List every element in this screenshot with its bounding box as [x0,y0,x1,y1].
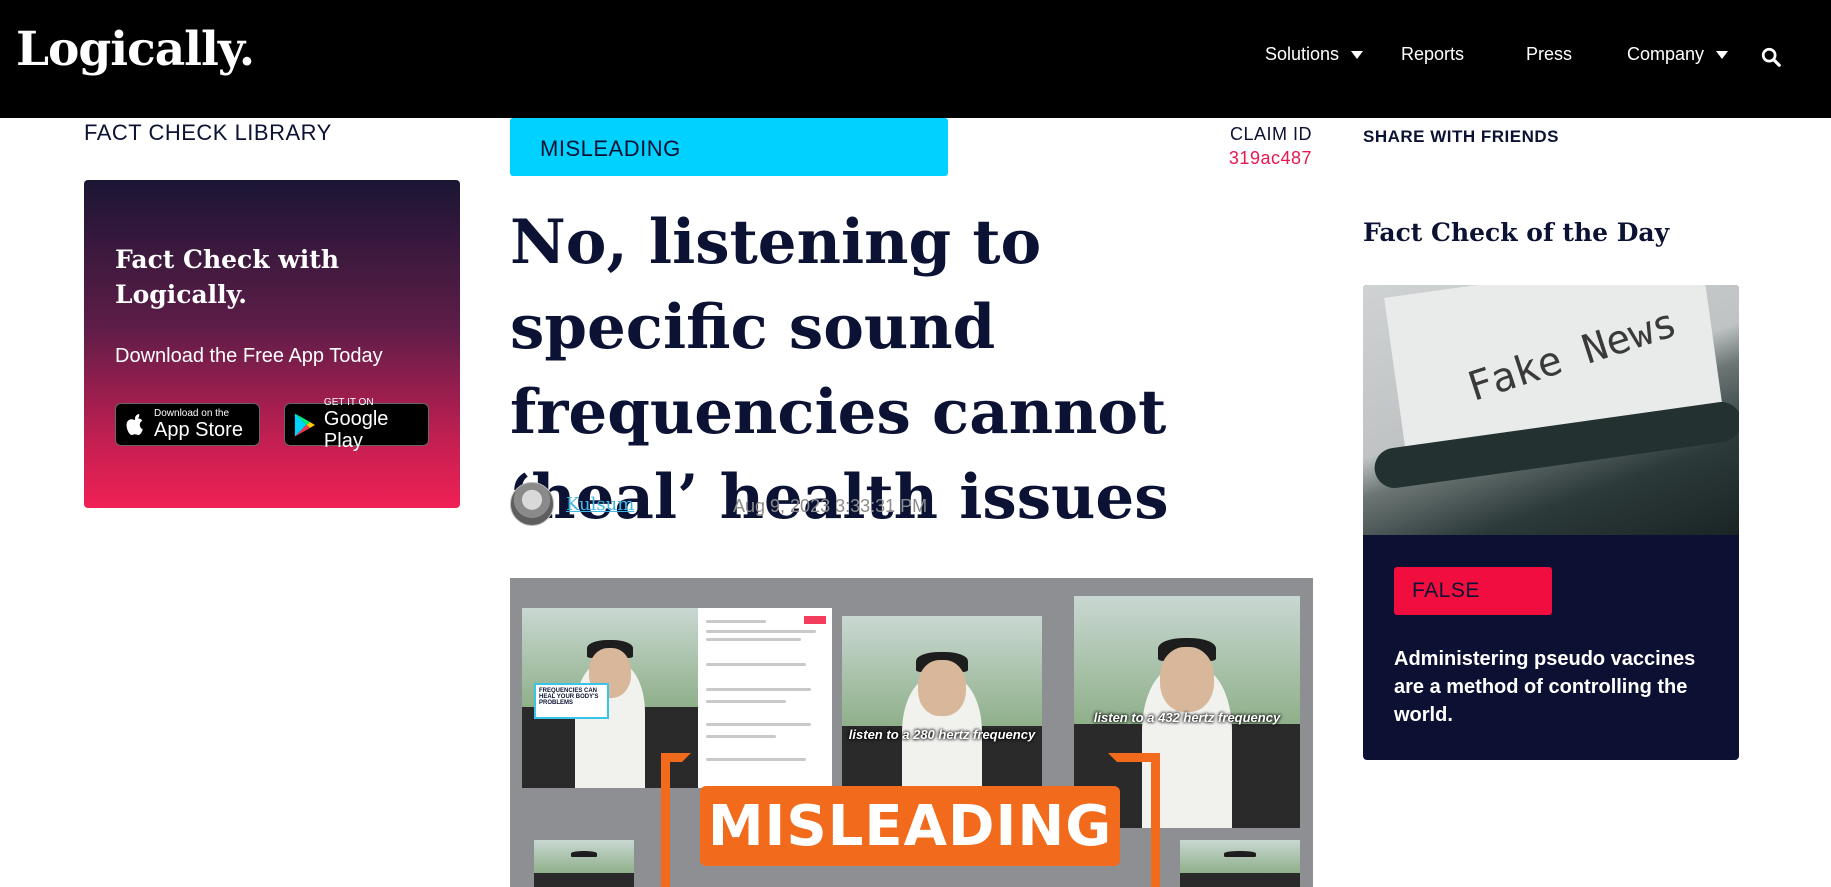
app-store-button[interactable]: Download on the App Store [115,403,260,446]
nav-reports[interactable]: Reports [1401,44,1464,65]
chevron-down-icon [1716,50,1729,59]
misleading-stamp: MISLEADING [700,786,1120,866]
nav-solutions-label: Solutions [1265,44,1340,64]
false-verdict-label: FALSE [1412,579,1480,602]
hero-caption-2: listen to a 280 hertz frequency [848,727,1036,742]
nav-press-label: Press [1526,44,1573,64]
false-verdict-badge: FALSE [1394,567,1552,615]
nav-press[interactable]: Press [1526,44,1572,65]
top-navbar: Logically. Solutions Reports Press Compa… [0,0,1831,118]
claim-id-value: 319ac487 [1228,148,1312,168]
google-play-button[interactable]: GET IT ON Google Play [284,397,429,452]
nav-company-label: Company [1627,44,1705,64]
fact-check-library-title[interactable]: FACT CHECK LIBRARY [84,120,332,146]
publish-date: Aug 9, 2023 3:33:31 PM [733,496,928,516]
fake-news-image-text: Fake News [1462,300,1683,411]
video-frame [1180,840,1300,887]
claim-id-label: CLAIM ID [1229,124,1312,144]
fact-check-of-day-card[interactable]: Fake News FALSE Administering pseudo vac… [1363,285,1739,760]
author-link[interactable]: Kulsum [566,494,634,515]
google-play-icon [294,413,315,436]
hero-image: FREQUENCIES CAN HEAL YOUR BODY'S PROBLEM… [510,578,1313,887]
video-frame [534,840,634,887]
app-store-big-text: App Store [154,418,243,441]
google-play-small-text: GET IT ON [323,396,374,408]
apple-icon [126,413,143,435]
app-promo-subheading: Download the Free App Today [115,345,383,367]
hero-caption-1: FREQUENCIES CAN HEAL YOUR BODY'S PROBLEM… [534,683,609,719]
social-post-panel [698,608,832,788]
misleading-stamp-text: MISLEADING [707,794,1113,859]
article-headline: No, listening to specific sound frequenc… [510,207,1169,533]
chevron-down-icon [1351,50,1364,59]
google-play-big-text: Google Play [323,407,389,452]
app-promo-card: Fact Check with Logically. Download the … [84,180,460,508]
verdict-label: MISLEADING [540,136,681,161]
hero-caption-3: listen to a 432 hertz frequency [1093,710,1281,725]
nav-reports-label: Reports [1401,44,1465,64]
avatar [510,482,554,526]
nav-solutions[interactable]: Solutions [1265,44,1364,65]
stamp-bracket-left [661,753,691,887]
app-store-small-text: Download on the [154,407,230,419]
logo[interactable]: Logically. [16,22,255,77]
app-promo-heading: Fact Check with Logically. [115,245,340,309]
verdict-badge: MISLEADING [510,118,948,176]
fact-check-of-day-title: Fact Check of the Day [1363,218,1670,247]
share-with-friends: SHARE WITH FRIENDS [1363,127,1559,146]
nav-company[interactable]: Company [1627,44,1729,65]
search-icon[interactable] [1760,46,1782,68]
fact-check-of-day-claim: Administering pseudo vaccines are a meth… [1394,648,1696,726]
typewriter-image: Fake News [1363,285,1739,535]
